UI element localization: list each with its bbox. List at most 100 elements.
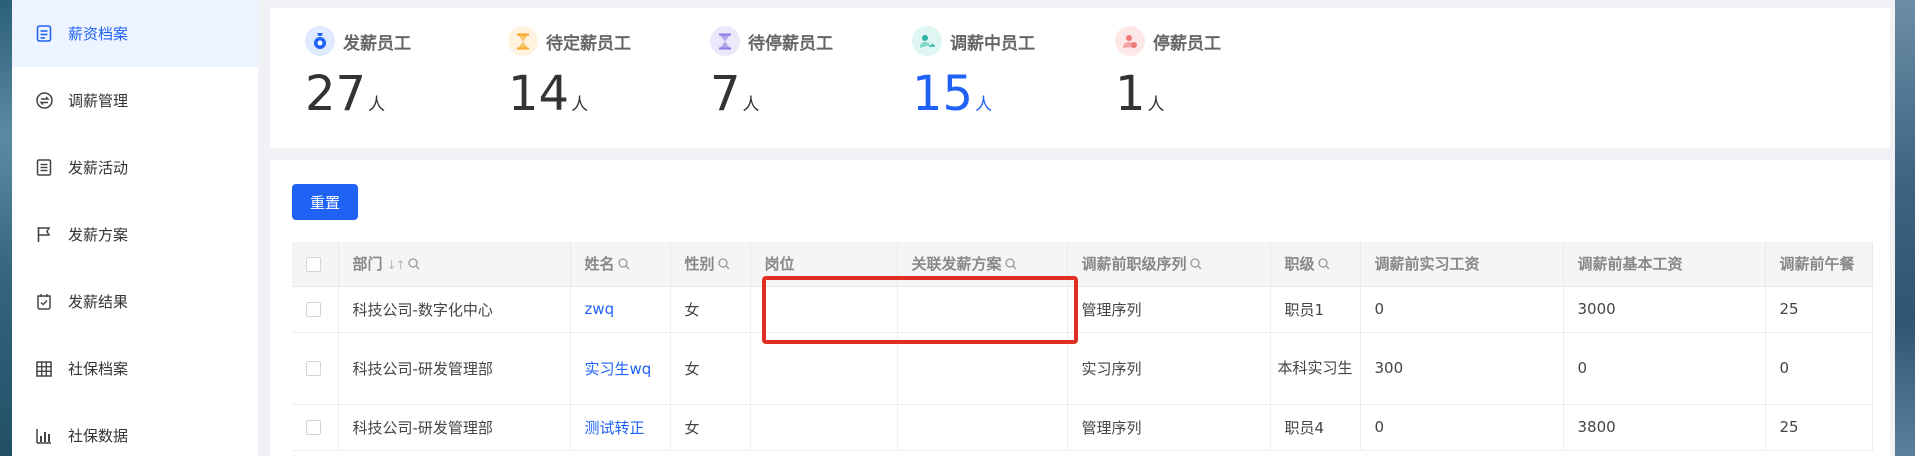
cell-rank: 本科实习生 bbox=[1270, 332, 1361, 405]
search-icon[interactable] bbox=[617, 256, 630, 274]
employee-name-link[interactable]: zwq bbox=[585, 300, 615, 318]
employee-name-link[interactable]: 测试转正 bbox=[585, 419, 645, 437]
sidebar-item-label: 薪资档案 bbox=[68, 25, 129, 43]
employee-table: 部门 ↓↑ 姓名 性别 岗位 关联发薪方案 调薪前职级序列 职级 调薪前实习工资 … bbox=[292, 242, 1873, 451]
header-pre-base-salary[interactable]: 调薪前基本工资 bbox=[1563, 242, 1766, 287]
sort-icon[interactable]: ↓↑ bbox=[387, 258, 406, 272]
cell-pre-intern-salary: 0 bbox=[1360, 404, 1564, 451]
cell-position bbox=[750, 286, 898, 333]
sidebar-menu: 薪资档案 调薪管理 发薪活动 发薪方案 发薪结果 社保档案 社保数据 bbox=[12, 0, 258, 456]
sidebar-item-social-data[interactable]: 社保数据 bbox=[12, 402, 258, 456]
stat-paid-employees[interactable]: 发薪员工 27 人 bbox=[305, 26, 505, 122]
header-pre-lunch[interactable]: 调薪前午餐 bbox=[1765, 242, 1873, 287]
table-row[interactable]: 科技公司-数字化中心 zwq 女 管理序列 职员1 0 3000 25 bbox=[292, 286, 1873, 333]
cell-name: 测试转正 bbox=[570, 404, 671, 451]
money-bag-icon bbox=[305, 26, 335, 56]
sidebar-item-salary-adjust[interactable]: 调薪管理 bbox=[12, 67, 258, 134]
sidebar-item-label: 社保数据 bbox=[68, 427, 129, 445]
reset-button[interactable]: 重置 bbox=[292, 184, 358, 220]
header-name[interactable]: 姓名 bbox=[570, 242, 671, 287]
cell-pre-rank-sequence: 实习序列 bbox=[1067, 332, 1271, 405]
cell-pre-intern-salary: 0 bbox=[1360, 286, 1564, 333]
cell-pre-rank-sequence: 管理序列 bbox=[1067, 404, 1271, 451]
table-header-row: 部门 ↓↑ 姓名 性别 岗位 关联发薪方案 调薪前职级序列 职级 调薪前实习工资 … bbox=[292, 242, 1873, 287]
search-icon[interactable] bbox=[717, 256, 730, 274]
transfer-icon bbox=[912, 26, 942, 56]
sidebar-item-social-archive[interactable]: 社保档案 bbox=[12, 335, 258, 402]
cell-pre-base-salary: 3000 bbox=[1563, 286, 1766, 333]
list-icon bbox=[34, 158, 54, 178]
table-row[interactable]: 科技公司-研发管理部 测试转正 女 管理序列 职员4 0 3800 25 bbox=[292, 404, 1873, 451]
cell-pre-lunch: 0 bbox=[1765, 332, 1873, 405]
cell-pre-rank-sequence: 管理序列 bbox=[1067, 286, 1271, 333]
main-content: 发薪员工 27 人 待定薪员工 14 人 待停薪员工 7 人 调薪中员工 15 … bbox=[258, 0, 1895, 456]
sidebar-item-label: 社保档案 bbox=[68, 360, 129, 378]
employee-name-link[interactable]: 实习生wq bbox=[585, 360, 652, 378]
stat-label: 待定薪员工 bbox=[546, 33, 631, 54]
row-checkbox[interactable] bbox=[306, 361, 321, 376]
cell-gender: 女 bbox=[670, 286, 751, 333]
stat-value: 1 bbox=[1115, 66, 1146, 122]
sidebar-item-pay-result[interactable]: 发薪结果 bbox=[12, 268, 258, 335]
cell-pre-lunch: 25 bbox=[1765, 404, 1873, 451]
stats-card: 发薪员工 27 人 待定薪员工 14 人 待停薪员工 7 人 调薪中员工 15 … bbox=[270, 8, 1890, 148]
header-linked-pay-plan[interactable]: 关联发薪方案 bbox=[897, 242, 1068, 287]
row-checkbox[interactable] bbox=[306, 420, 321, 435]
cell-linked-pay-plan bbox=[897, 332, 1068, 405]
stat-value: 15 bbox=[912, 66, 974, 122]
search-icon[interactable] bbox=[407, 256, 420, 274]
cell-linked-pay-plan bbox=[897, 404, 1068, 451]
stat-adjusting-employees[interactable]: 调薪中员工 15 人 bbox=[912, 26, 1112, 122]
header-position[interactable]: 岗位 bbox=[750, 242, 898, 287]
stat-unit: 人 bbox=[1147, 95, 1165, 115]
check-shield-icon bbox=[34, 292, 54, 312]
sidebar-item-label: 发薪结果 bbox=[68, 293, 129, 311]
background-left-edge bbox=[0, 0, 12, 456]
stat-value: 27 bbox=[305, 66, 367, 122]
header-select-all[interactable] bbox=[292, 242, 339, 287]
stat-pending-salary-employees[interactable]: 待定薪员工 14 人 bbox=[508, 26, 708, 122]
stat-label: 发薪员工 bbox=[343, 33, 411, 54]
sidebar-item-salary-archive[interactable]: 薪资档案 bbox=[12, 0, 258, 67]
search-icon[interactable] bbox=[1317, 256, 1330, 274]
cell-pre-base-salary: 3800 bbox=[1563, 404, 1766, 451]
header-gender[interactable]: 性别 bbox=[670, 242, 751, 287]
select-all-checkbox[interactable] bbox=[306, 256, 321, 272]
cell-rank: 职员4 bbox=[1270, 404, 1361, 451]
row-checkbox[interactable] bbox=[306, 302, 321, 317]
stat-label: 调薪中员工 bbox=[950, 33, 1035, 54]
cell-department: 科技公司-数字化中心 bbox=[338, 286, 571, 333]
cell-pre-base-salary: 0 bbox=[1563, 332, 1766, 405]
cell-department: 科技公司-研发管理部 bbox=[338, 332, 571, 405]
header-pre-rank-sequence[interactable]: 调薪前职级序列 bbox=[1067, 242, 1271, 287]
stat-pending-stop-employees[interactable]: 待停薪员工 7 人 bbox=[710, 26, 910, 122]
sidebar-item-pay-plan[interactable]: 发薪方案 bbox=[12, 201, 258, 268]
search-icon[interactable] bbox=[1004, 256, 1017, 274]
document-icon bbox=[34, 24, 54, 44]
table-row[interactable]: 科技公司-研发管理部 实习生wq 女 实习序列 本科实习生 300 0 0 bbox=[292, 332, 1873, 405]
header-pre-intern-salary[interactable]: 调薪前实习工资 bbox=[1360, 242, 1564, 287]
cell-gender: 女 bbox=[670, 404, 751, 451]
sidebar-item-label: 发薪活动 bbox=[68, 159, 129, 177]
cell-position bbox=[750, 332, 898, 405]
bar-chart-icon bbox=[34, 426, 54, 446]
table-card: 重置 部门 ↓↑ 姓名 性别 岗位 关联发薪方案 调薪前职级序列 职级 调薪前实习… bbox=[270, 160, 1890, 456]
cell-name: zwq bbox=[570, 286, 671, 333]
hourglass-icon bbox=[710, 26, 740, 56]
exchange-icon bbox=[34, 91, 54, 111]
flag-icon bbox=[34, 225, 54, 245]
cell-department: 科技公司-研发管理部 bbox=[338, 404, 571, 451]
cell-name: 实习生wq bbox=[570, 332, 671, 405]
cell-rank: 职员1 bbox=[1270, 286, 1361, 333]
cell-position bbox=[750, 404, 898, 451]
stat-label: 待停薪员工 bbox=[748, 33, 833, 54]
stat-stopped-employees[interactable]: 停薪员工 1 人 bbox=[1115, 26, 1315, 122]
cell-gender: 女 bbox=[670, 332, 751, 405]
stat-label: 停薪员工 bbox=[1153, 33, 1221, 54]
header-department[interactable]: 部门 ↓↑ bbox=[338, 242, 571, 287]
sidebar-item-pay-activity[interactable]: 发薪活动 bbox=[12, 134, 258, 201]
search-icon[interactable] bbox=[1189, 256, 1202, 274]
stop-person-icon bbox=[1115, 26, 1145, 56]
header-rank[interactable]: 职级 bbox=[1270, 242, 1361, 287]
cell-pre-intern-salary: 300 bbox=[1360, 332, 1564, 405]
